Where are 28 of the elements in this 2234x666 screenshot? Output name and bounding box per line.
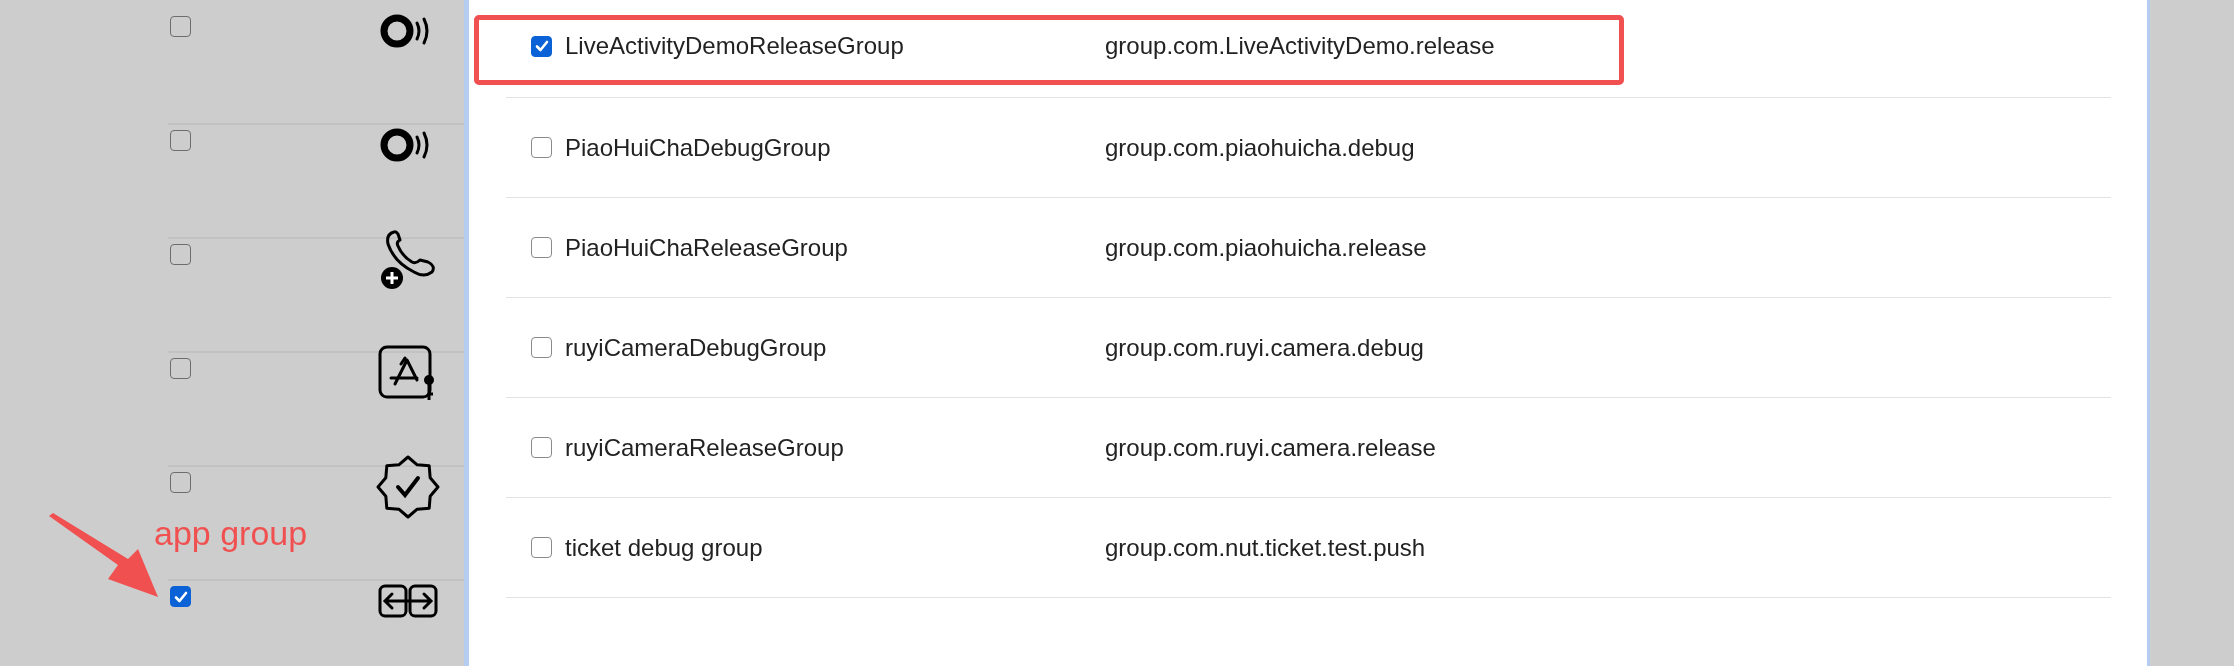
group-name: ruyiCameraDebugGroup bbox=[565, 333, 828, 362]
group-identifier: group.com.nut.ticket.test.push bbox=[1105, 533, 1426, 562]
checkbox[interactable] bbox=[170, 586, 191, 607]
checkbox[interactable] bbox=[531, 337, 552, 358]
group-name: ruyiCameraReleaseGroup bbox=[565, 433, 845, 462]
annotation-label: app group bbox=[154, 514, 308, 553]
phone-plus-icon bbox=[378, 228, 438, 290]
checkbox[interactable] bbox=[170, 130, 191, 151]
group-identifier: group.com.piaohuicha.debug bbox=[1105, 133, 1415, 162]
group-identifier: group.com.ruyi.camera.debug bbox=[1105, 333, 1424, 362]
checkbox[interactable] bbox=[170, 16, 191, 37]
group-name: LiveActivityDemoReleaseGroup bbox=[565, 32, 905, 60]
arrows-box-icon bbox=[378, 584, 438, 618]
group-name: ticket debug group bbox=[565, 533, 764, 562]
group-identifier: group.com.LiveActivityDemo.release bbox=[1105, 32, 1495, 60]
checkbox[interactable] bbox=[531, 237, 552, 258]
checkbox[interactable] bbox=[170, 244, 191, 265]
group-identifier: group.com.ruyi.camera.release bbox=[1105, 433, 1436, 462]
group-name: PiaoHuiChaReleaseGroup bbox=[565, 233, 849, 262]
group-identifier: group.com.piaohuicha.release bbox=[1105, 233, 1427, 262]
checkbox[interactable] bbox=[531, 35, 552, 57]
check-badge-icon bbox=[376, 455, 440, 519]
group-name: PiaoHuiChaDebugGroup bbox=[565, 133, 832, 162]
checkbox[interactable] bbox=[531, 437, 552, 458]
checkbox[interactable] bbox=[170, 358, 191, 379]
checkbox[interactable] bbox=[531, 537, 552, 558]
checkbox[interactable] bbox=[531, 137, 552, 158]
checkbox[interactable] bbox=[170, 472, 191, 493]
